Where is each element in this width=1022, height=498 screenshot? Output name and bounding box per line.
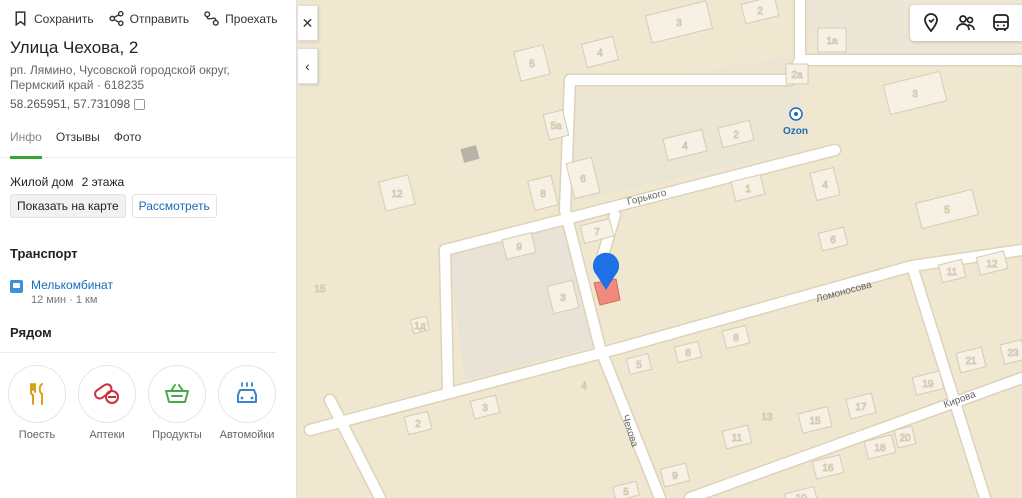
route-button[interactable]: Проехать: [203, 10, 278, 27]
tab-info[interactable]: Инфо: [10, 129, 42, 159]
share-button[interactable]: Отправить: [108, 10, 190, 27]
building-number: 13: [761, 412, 773, 423]
building-number: 17: [855, 402, 867, 413]
building-number: 12: [986, 259, 998, 270]
save-button[interactable]: Сохранить: [12, 10, 94, 27]
collapse-panel-button[interactable]: ‹: [298, 48, 318, 84]
building-number: 9: [672, 471, 678, 482]
building-number: 5а: [550, 121, 562, 132]
layer-toolbar: [910, 5, 1022, 41]
building-number: 11: [732, 433, 743, 444]
people-layer-button[interactable]: [953, 10, 979, 36]
ozon-label: Ozon: [783, 126, 808, 137]
basket-icon: [165, 384, 189, 403]
map-layer-button[interactable]: [918, 10, 944, 36]
share-label: Отправить: [129, 11, 190, 26]
building-number: 9: [516, 242, 522, 253]
transport-title: Транспорт: [10, 246, 78, 261]
building-number: 2а: [791, 70, 803, 81]
building-number: 23: [1007, 348, 1019, 359]
building-number: 15: [314, 284, 326, 295]
building-number: 3: [912, 89, 918, 100]
building-number: 15: [809, 416, 821, 427]
building-number: 6: [830, 235, 836, 246]
coordinates[interactable]: 58.265951, 57.731098: [0, 93, 296, 111]
save-label: Сохранить: [34, 11, 94, 26]
building-number: 4: [682, 141, 688, 152]
place-title: Улица Чехова, 2: [10, 38, 139, 57]
bookmark-icon: [15, 11, 26, 27]
tab-reviews[interactable]: Отзывы: [56, 129, 100, 158]
bus-layer-icon: [992, 14, 1009, 31]
building-number: 2: [757, 6, 763, 17]
nearby-list: Поесть Аптеки Продукты Автомойки: [0, 353, 296, 441]
place-address: рп. Лямино, Чусовской городской округ, П…: [0, 58, 296, 93]
nearby-item-groceries[interactable]: Продукты: [148, 365, 206, 441]
route-icon: [204, 11, 219, 26]
inspect-button[interactable]: Рассмотреть: [131, 194, 217, 218]
building-number: 1д: [414, 321, 426, 332]
building-number: 8: [540, 189, 546, 200]
building-number: 19: [922, 379, 934, 390]
route-label: Проехать: [225, 11, 278, 26]
map-pin-layer-icon: [924, 13, 939, 33]
building-number: 21: [965, 356, 977, 367]
nearby-title: Рядом: [0, 306, 276, 353]
building-number: 3: [676, 18, 682, 29]
building-floors: 2 этажа: [81, 175, 125, 189]
tab-photos[interactable]: Фото: [114, 129, 142, 158]
building-number: 4: [581, 381, 587, 392]
building-number: 5: [944, 205, 950, 216]
stop-name[interactable]: Мелькомбинат: [31, 278, 113, 292]
building-number: 1: [745, 184, 751, 195]
tab-bar: Инфо Отзывы Фото: [0, 129, 296, 159]
building-number: 3: [560, 293, 566, 304]
building-number: 5: [529, 59, 535, 70]
building-number: 7: [594, 227, 600, 238]
nearby-item-car-wash[interactable]: Автомойки: [218, 365, 276, 441]
people-icon: [956, 15, 975, 31]
close-icon: ✕: [301, 14, 314, 31]
cutlery-icon: [30, 383, 43, 405]
building-number: 8: [733, 333, 739, 344]
building-number: 12: [391, 189, 403, 200]
building-number: 4: [597, 48, 603, 59]
transport-layer-button[interactable]: [988, 10, 1014, 36]
chevron-left-icon: ‹: [305, 58, 310, 74]
building-number: 5: [623, 487, 629, 498]
building-number: 5: [636, 360, 642, 371]
stop-meta: 12 мин · 1 км: [31, 294, 98, 306]
building-number: 16: [822, 463, 834, 474]
transport-stop[interactable]: Мелькомбинат 12 мин · 1 км: [0, 261, 296, 306]
address-line2: Пермский край · 618235: [10, 78, 145, 92]
building-number: 1а: [826, 36, 838, 47]
building-number: 18: [874, 443, 886, 454]
close-button[interactable]: ✕: [298, 5, 318, 41]
pills-icon: [94, 383, 119, 404]
copy-icon[interactable]: [134, 98, 146, 110]
building-number: 6: [580, 174, 586, 185]
building-info: Жилой дом 2 этажа: [0, 158, 296, 189]
nearby-item-pharmacy[interactable]: Аптеки: [78, 365, 136, 441]
building-number: 2: [733, 130, 739, 141]
nearby-item-food[interactable]: Поесть: [8, 365, 66, 441]
building-number: 6: [685, 348, 691, 359]
info-buttons: Показать на карте Рассмотреть: [0, 189, 296, 218]
address-line1: рп. Лямино, Чусовской городской округ,: [10, 63, 230, 77]
building-type: Жилой дом: [10, 175, 74, 189]
building-number: 11: [947, 267, 958, 278]
bus-icon: [10, 280, 23, 293]
building-number: 3: [482, 403, 488, 414]
show-on-map-button[interactable]: Показать на карте: [10, 194, 126, 218]
car-wash-icon: [237, 382, 257, 403]
coordinates-text: 58.265951, 57.731098: [10, 97, 131, 111]
building-number: 4: [822, 180, 828, 191]
building-number: 10: [795, 493, 807, 498]
action-bar: Сохранить Отправить Проехать: [0, 0, 296, 30]
building-number: 2: [415, 419, 421, 430]
place-panel: Сохранить Отправить Проехать Улица Чехов…: [0, 0, 297, 498]
building-number: 20: [899, 433, 911, 444]
share-icon: [109, 10, 124, 27]
